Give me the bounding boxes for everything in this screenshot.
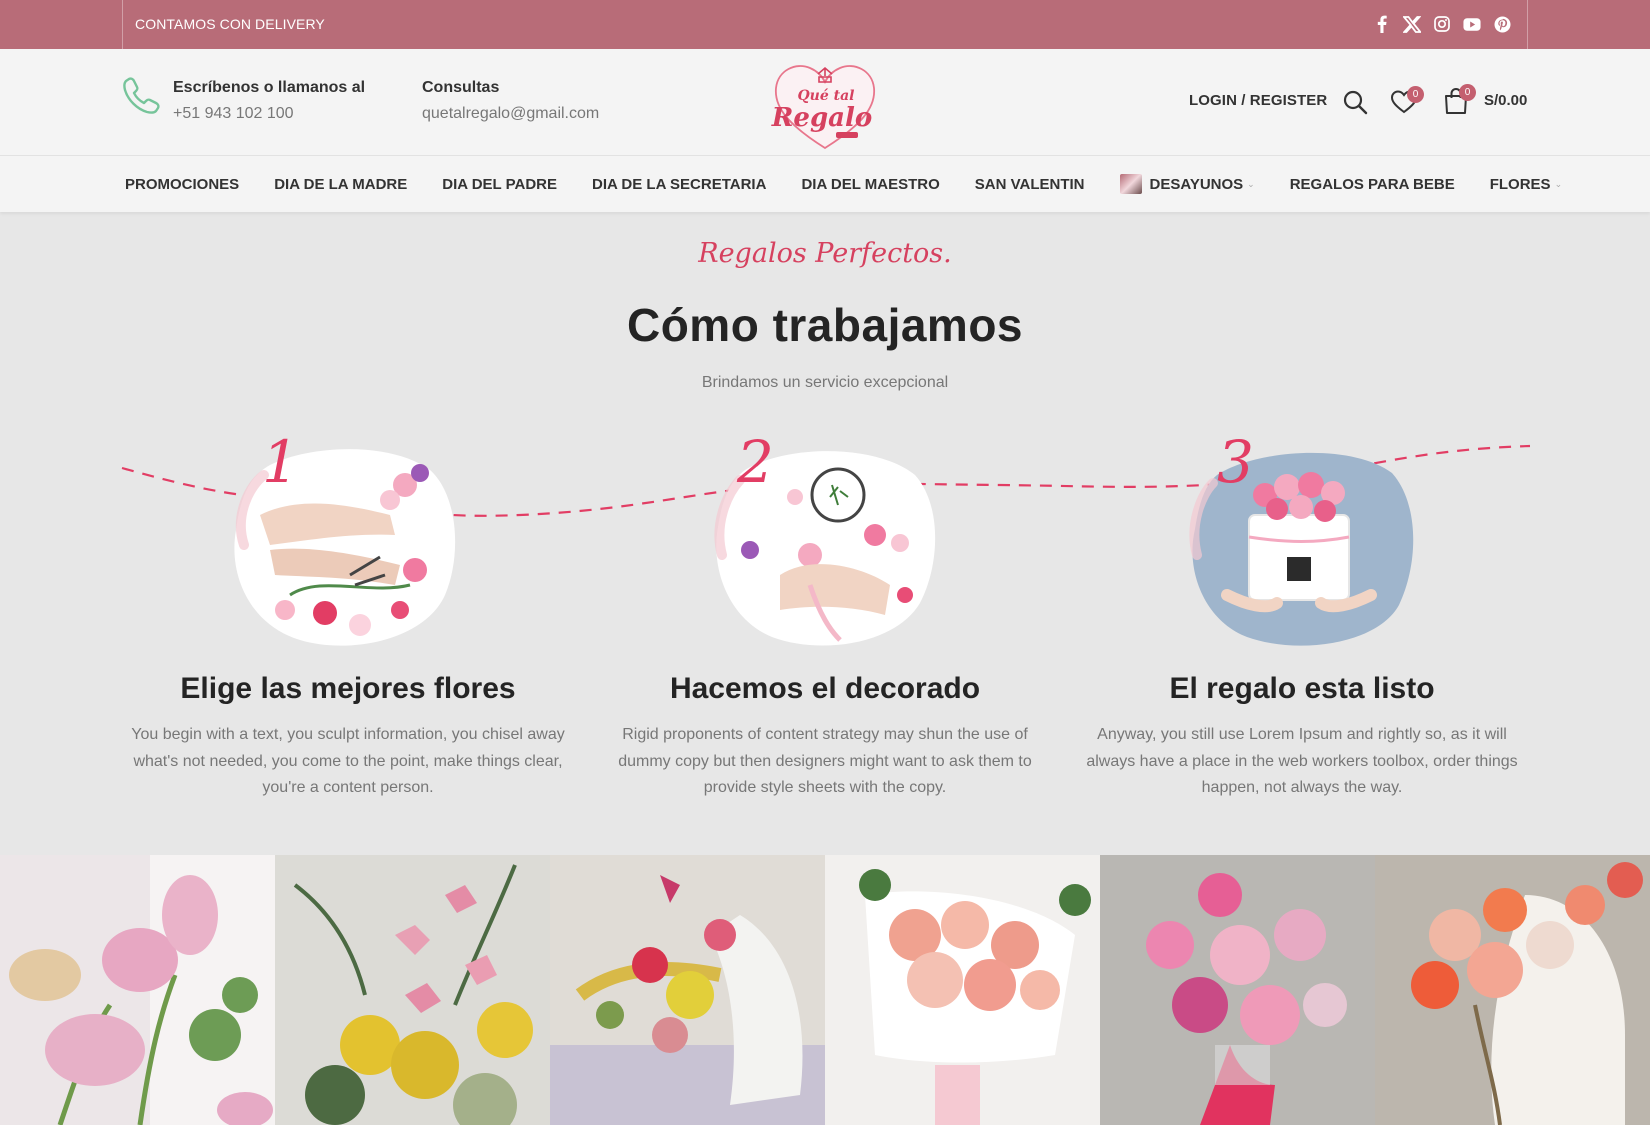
logo-text-line1: Qué tal bbox=[797, 88, 854, 104]
step-1-title: Elige las mejores flores bbox=[180, 672, 516, 705]
nav-item-san-valentin[interactable]: SAN VALENTIN bbox=[975, 176, 1085, 193]
nav-item-promociones[interactable]: PROMOCIONES bbox=[125, 176, 239, 193]
nav-item-label: PROMOCIONES bbox=[125, 175, 240, 193]
gallery-image-pink-bouquet[interactable] bbox=[1100, 855, 1375, 1125]
site-logo[interactable]: Qué tal Regalo bbox=[770, 56, 880, 154]
flower-gallery bbox=[0, 855, 1650, 1125]
consult-title: Consultas bbox=[422, 79, 500, 96]
facebook-icon[interactable] bbox=[1373, 13, 1391, 35]
nav-item-label: SAN VALENTIN bbox=[974, 175, 1085, 193]
logo-text-line2: Regalo bbox=[771, 103, 872, 133]
gallery-image-peach-bouquet[interactable] bbox=[825, 855, 1100, 1125]
nav-item-label: DIA DEL PADRE bbox=[442, 175, 557, 193]
social-links bbox=[1373, 13, 1511, 35]
gallery-image-yellow-bouquet[interactable] bbox=[550, 855, 825, 1125]
chevron-down-icon: ⌄ bbox=[1247, 178, 1255, 189]
cart-total[interactable]: S/0.00 bbox=[1484, 92, 1527, 109]
step-2-number: 2 bbox=[737, 428, 774, 496]
gallery-image-lotus[interactable] bbox=[0, 855, 275, 1125]
chevron-down-icon: ⌄ bbox=[1554, 178, 1563, 189]
site-header: Escríbenos o llamanos al +51 943 102 100… bbox=[0, 49, 1650, 156]
nav-menu: PROMOCIONES DIA DE LA MADRE DIA DEL PADR… bbox=[125, 156, 1562, 212]
top-bar: CONTAMOS CON DELIVERY bbox=[0, 0, 1650, 49]
step-2-title: Hacemos el decorado bbox=[669, 672, 981, 705]
nav-item-label: DIA DE LA MADRE bbox=[274, 175, 408, 193]
nav-item-label: DESAYUNOS bbox=[1149, 175, 1244, 193]
section-subtitle: Brindamos un servicio excepcional bbox=[701, 374, 949, 391]
main-navigation: PROMOCIONES DIA DE LA MADRE DIA DEL PADR… bbox=[0, 156, 1650, 212]
step-1-text: You begin with a text, you sculpt inform… bbox=[131, 726, 565, 796]
wishlist-count-badge: 0 bbox=[1407, 86, 1424, 103]
nav-item-dia-de-la-secretaria[interactable]: DIA DE LA SECRETARIA bbox=[592, 176, 766, 193]
step-3-title: El regalo esta listo bbox=[1169, 672, 1435, 705]
delivery-notice: CONTAMOS CON DELIVERY bbox=[135, 16, 325, 32]
nav-item-label: FLORES bbox=[1489, 175, 1551, 193]
x-icon[interactable] bbox=[1403, 13, 1421, 35]
nav-item-dia-del-padre[interactable]: DIA DEL PADRE bbox=[442, 176, 557, 193]
nav-item-label: DIA DE LA SECRETARIA bbox=[591, 175, 767, 193]
contact-phone-block: Escríbenos o llamanos al +51 943 102 100 bbox=[173, 79, 365, 123]
section-script-title: Regalos Perfectos. bbox=[698, 238, 952, 269]
phone-icon bbox=[123, 77, 160, 114]
nav-item-label: DIA DEL MAESTRO bbox=[801, 175, 940, 193]
instagram-icon[interactable] bbox=[1433, 13, 1451, 35]
search-icon[interactable] bbox=[1342, 89, 1368, 115]
top-bar-inner: CONTAMOS CON DELIVERY bbox=[122, 0, 1528, 49]
contact-title: Escríbenos o llamanos al bbox=[173, 79, 366, 96]
contact-email-block: Consultas quetalregalo@gmail.com bbox=[422, 79, 599, 123]
pinterest-icon[interactable] bbox=[1493, 13, 1511, 35]
desayunos-thumbnail bbox=[1119, 174, 1142, 194]
nav-item-label: REGALOS PARA BEBE bbox=[1289, 175, 1455, 193]
step-3-number: 3 bbox=[1217, 428, 1254, 496]
nav-item-regalos-para-bebe[interactable]: REGALOS PARA BEBE bbox=[1290, 176, 1455, 193]
contact-phone[interactable]: +51 943 102 100 bbox=[173, 105, 365, 123]
gallery-image-orange-bouquet[interactable] bbox=[1375, 855, 1650, 1125]
login-register-link[interactable]: LOGIN / REGISTER bbox=[1189, 92, 1327, 109]
nav-item-dia-del-maestro[interactable]: DIA DEL MAESTRO bbox=[801, 176, 939, 193]
step-1-number: 1 bbox=[262, 428, 299, 496]
contact-email[interactable]: quetalregalo@gmail.com bbox=[422, 105, 599, 123]
nav-item-dia-de-la-madre[interactable]: DIA DE LA MADRE bbox=[274, 176, 407, 193]
section-title: Cómo trabajamos bbox=[626, 299, 1024, 351]
gallery-image-anthurium[interactable] bbox=[275, 855, 550, 1125]
youtube-icon[interactable] bbox=[1463, 13, 1481, 35]
nav-item-flores[interactable]: FLORES ⌄ bbox=[1490, 176, 1562, 193]
step-3-text: Anyway, you still use Lorem Ipsum and ri… bbox=[1086, 726, 1518, 796]
cart-count-badge: 0 bbox=[1459, 84, 1476, 101]
step-2-text: Rigid proponents of content strategy may… bbox=[618, 726, 1032, 796]
nav-item-desayunos[interactable]: DESAYUNOS ⌄ bbox=[1119, 174, 1255, 194]
